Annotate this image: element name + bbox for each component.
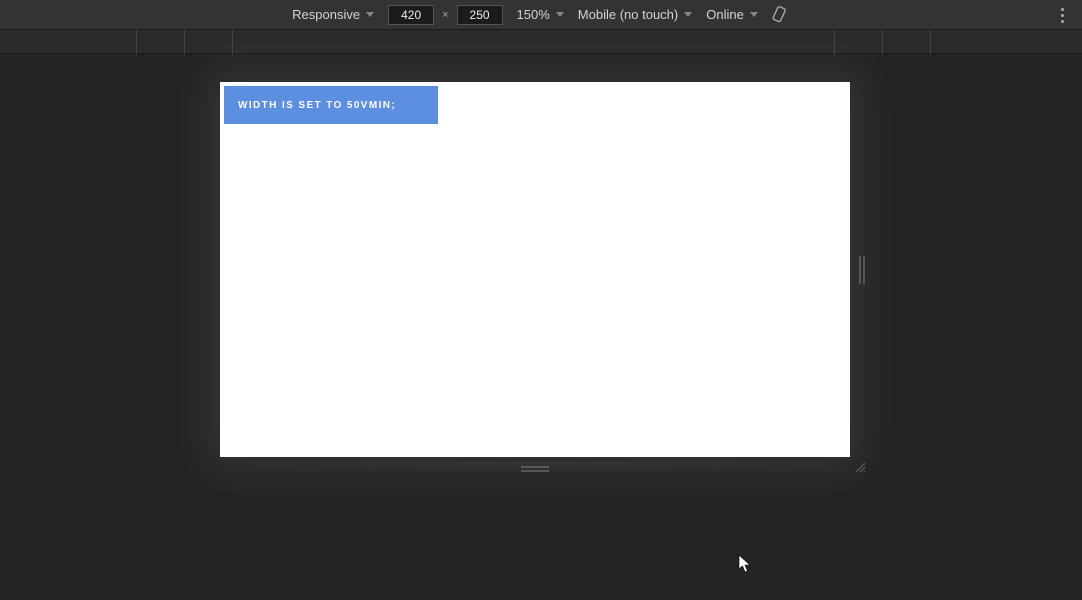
zoom-select-label: 150% [517, 7, 550, 22]
toolbar-controls: Responsive × 150% Mobile (no touch) Onli… [292, 5, 790, 25]
cursor-icon [738, 554, 752, 574]
viewport-size-controls: × [388, 5, 502, 25]
chevron-down-icon [366, 12, 374, 17]
kebab-dot [1061, 20, 1064, 23]
viewport-shadow [230, 462, 860, 476]
ruler-tick [184, 30, 185, 54]
rotate-button[interactable] [772, 6, 790, 24]
device-select[interactable]: Responsive [292, 7, 374, 22]
more-options-button[interactable] [1054, 0, 1070, 30]
breakpoint-ruler[interactable] [0, 30, 1082, 54]
ruler-tick [136, 30, 137, 54]
device-select-label: Responsive [292, 7, 360, 22]
page-content-badge: WIDTH IS SET TO 50VMIN; [224, 86, 438, 124]
throttling-select[interactable]: Mobile (no touch) [578, 7, 692, 22]
viewport-width-input[interactable] [388, 5, 434, 25]
kebab-dot [1061, 8, 1064, 11]
network-select[interactable]: Online [706, 7, 758, 22]
zoom-select[interactable]: 150% [517, 7, 564, 22]
device-toolbar: Responsive × 150% Mobile (no touch) Onli… [0, 0, 1082, 30]
ruler-tick [882, 30, 883, 54]
dimension-separator: × [442, 9, 448, 21]
network-select-label: Online [706, 7, 744, 22]
chevron-down-icon [556, 12, 564, 17]
kebab-dot [1061, 14, 1064, 17]
throttling-select-label: Mobile (no touch) [578, 7, 678, 22]
emulation-stage: WIDTH IS SET TO 50VMIN; [0, 54, 1082, 600]
ruler-tick [930, 30, 931, 54]
chevron-down-icon [750, 12, 758, 17]
viewport-height-input[interactable] [457, 5, 503, 25]
resize-handle-right[interactable] [856, 253, 868, 287]
emulated-viewport[interactable]: WIDTH IS SET TO 50VMIN; [220, 82, 850, 457]
ruler-tick [834, 30, 835, 54]
chevron-down-icon [684, 12, 692, 17]
ruler-tick [232, 30, 233, 54]
viewport-container: WIDTH IS SET TO 50VMIN; [220, 82, 850, 457]
